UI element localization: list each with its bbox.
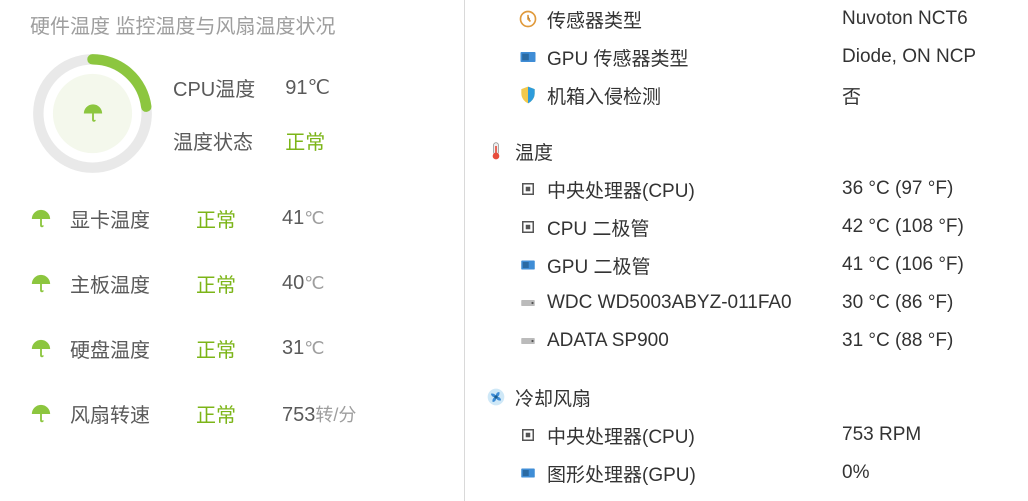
list-item: 风扇转速 正常 753转/分 [30, 399, 446, 428]
table-row[interactable]: 图形处理器(GPU) 0% [485, 454, 1028, 492]
table-row[interactable]: CPU 二极管 42 °C (108 °F) [485, 208, 1028, 246]
cpu-diode-label: CPU 二极管 [547, 214, 649, 241]
fan-speed-status: 正常 [196, 399, 276, 428]
cpu-gauge-info: CPU温度 91℃ 温度状态 正常 [173, 73, 330, 155]
cpu-temp-label: CPU温度 [173, 73, 255, 102]
right-panel: 传感器类型 Nuvoton NCT6 GPU 传感器类型 Diode, ON N… [465, 0, 1028, 501]
list-item: 显卡温度 正常 41℃ [30, 204, 446, 233]
chassis-intrusion-value: 否 [842, 82, 861, 109]
sensor-type-label: 传感器类型 [547, 6, 642, 33]
adata-drive-label: ADATA SP900 [547, 330, 669, 352]
gpu-icon [517, 46, 539, 68]
cpu-diode-value: 42 °C (108 °F) [842, 216, 964, 238]
table-row[interactable]: GPU 传感器类型 Diode, ON NCP [485, 38, 1028, 76]
mb-temp-value: 40℃ [282, 272, 392, 295]
cpu-fan-label: 中央处理器(CPU) [547, 422, 695, 449]
cpu-gauge [30, 51, 155, 176]
temp-rows: 显卡温度 正常 41℃ 主板温度 正常 40℃ 硬盘温度 正常 31℃ 风扇转速… [30, 204, 446, 428]
fan-section-label: 冷却风扇 [515, 384, 591, 411]
left-panel: 硬件温度 监控温度与风扇温度状况 CPU温度 91℃ 温度状态 正常 [0, 0, 465, 501]
table-row[interactable]: 机箱入侵检测 否 [485, 76, 1028, 114]
thermometer-icon [485, 140, 507, 162]
temp-section[interactable]: 温度 [485, 132, 1028, 170]
temp-section-label: 温度 [515, 138, 553, 165]
mb-temp-status: 正常 [196, 269, 276, 298]
temp-status-value: 正常 [285, 126, 330, 155]
adata-drive-value: 31 °C (88 °F) [842, 330, 953, 352]
sensor-tree: 传感器类型 Nuvoton NCT6 GPU 传感器类型 Diode, ON N… [485, 0, 1028, 492]
gpu-temp-label: 显卡温度 [70, 204, 190, 233]
cpu-value: 36 °C (97 °F) [842, 178, 953, 200]
table-row[interactable]: WDC WD5003ABYZ-011FA0 30 °C (86 °F) [485, 284, 1028, 322]
hdd-temp-status: 正常 [196, 334, 276, 363]
chassis-intrusion-label: 机箱入侵检测 [547, 82, 661, 109]
umbrella-icon [30, 403, 52, 425]
gpu-fan-label: 图形处理器(GPU) [547, 460, 696, 487]
list-item: 硬盘温度 正常 31℃ [30, 334, 446, 363]
fan-section[interactable]: 冷却风扇 [485, 378, 1028, 416]
gpu-temp-value: 41℃ [282, 207, 392, 230]
chip-icon [517, 216, 539, 238]
table-row[interactable]: 传感器类型 Nuvoton NCT6 [485, 0, 1028, 38]
umbrella-icon [30, 338, 52, 360]
fan-speed-value: 753转/分 [282, 401, 392, 427]
chip-icon [517, 178, 539, 200]
hdd-temp-label: 硬盘温度 [70, 334, 190, 363]
cpu-fan-value: 753 RPM [842, 424, 921, 446]
gpu-fan-value: 0% [842, 462, 869, 484]
clock-icon [517, 8, 539, 30]
gpu-sensor-type-value: Diode, ON NCP [842, 46, 976, 68]
hdd-temp-value: 31℃ [282, 337, 392, 360]
wdc-drive-value: 30 °C (86 °F) [842, 292, 953, 314]
sensor-type-value: Nuvoton NCT6 [842, 8, 968, 30]
table-row[interactable]: GPU 二极管 41 °C (106 °F) [485, 246, 1028, 284]
cpu-label: 中央处理器(CPU) [547, 176, 695, 203]
mb-temp-label: 主板温度 [70, 269, 190, 298]
table-row[interactable]: 中央处理器(CPU) 36 °C (97 °F) [485, 170, 1028, 208]
temp-status-label: 温度状态 [173, 126, 255, 155]
gpu-icon [517, 462, 539, 484]
gpu-diode-label: GPU 二极管 [547, 252, 650, 279]
gpu-diode-value: 41 °C (106 °F) [842, 254, 964, 276]
table-row[interactable]: ADATA SP900 31 °C (88 °F) [485, 322, 1028, 360]
cpu-gauge-row: CPU温度 91℃ 温度状态 正常 [30, 51, 446, 176]
left-header: 硬件温度 监控温度与风扇温度状况 [30, 10, 446, 39]
drive-icon [517, 330, 539, 352]
wdc-drive-label: WDC WD5003ABYZ-011FA0 [547, 292, 792, 314]
cpu-temp-value: 91℃ [285, 75, 330, 100]
umbrella-icon [82, 103, 104, 125]
fan-icon [485, 386, 507, 408]
gpu-sensor-type-label: GPU 传感器类型 [547, 44, 688, 71]
fan-speed-label: 风扇转速 [70, 399, 190, 428]
list-item: 主板温度 正常 40℃ [30, 269, 446, 298]
chip-icon [517, 424, 539, 446]
umbrella-icon [30, 273, 52, 295]
table-row[interactable]: 中央处理器(CPU) 753 RPM [485, 416, 1028, 454]
gpu-temp-status: 正常 [196, 204, 276, 233]
umbrella-icon [30, 208, 52, 230]
drive-icon [517, 292, 539, 314]
shield-icon [517, 84, 539, 106]
gpu-icon [517, 254, 539, 276]
